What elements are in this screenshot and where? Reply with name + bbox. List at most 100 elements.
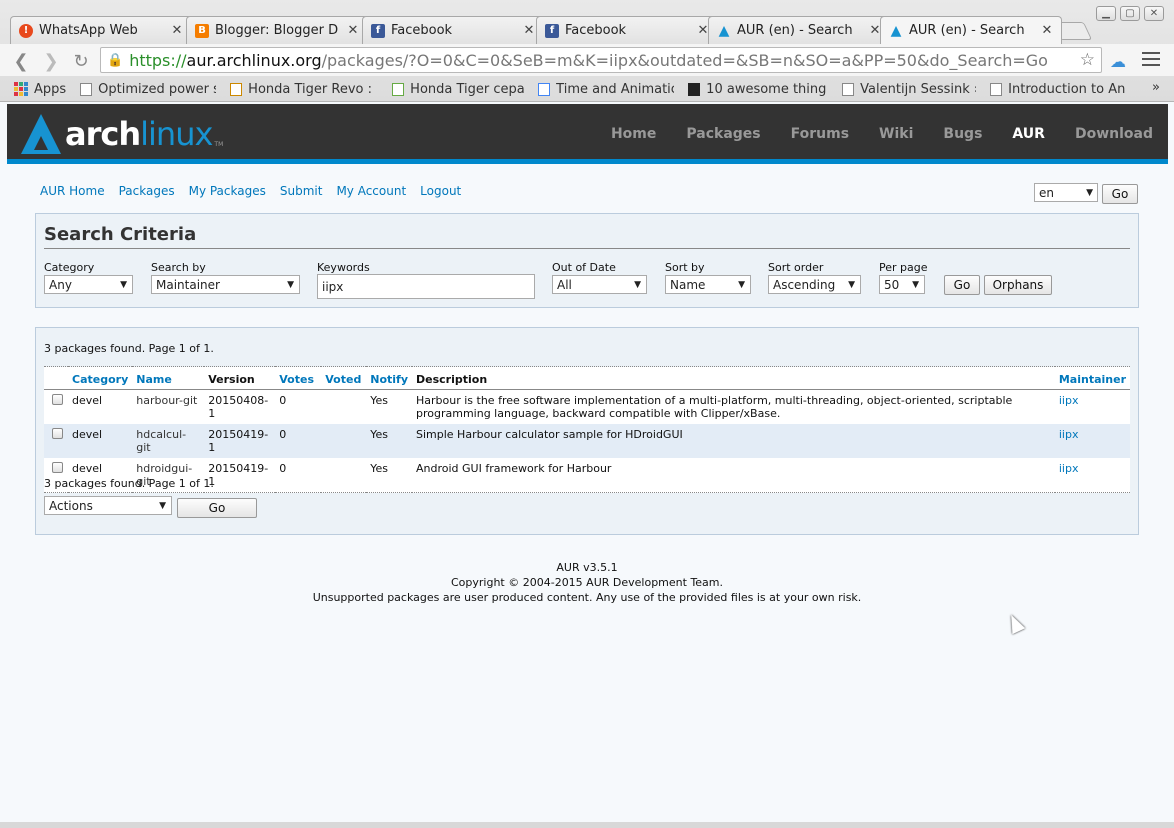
cell-category: devel xyxy=(68,424,133,458)
column-header-category[interactable]: Category xyxy=(68,366,133,390)
address-bar[interactable]: 🔒 https://aur.archlinux.org/packages/?O=… xyxy=(100,47,1102,73)
footer-disclaimer: Unsupported packages are user produced c… xyxy=(312,591,862,604)
dropdown-arrow-icon: ▼ xyxy=(1086,187,1093,198)
page-icon xyxy=(842,82,855,96)
cell-voted xyxy=(321,424,367,458)
close-icon[interactable]: ✕ xyxy=(171,23,183,38)
nav-packages[interactable]: Packages xyxy=(686,126,760,142)
nav-download[interactable]: Download xyxy=(1075,126,1153,142)
aur-nav-home[interactable]: AUR Home xyxy=(40,184,105,198)
column-header-voted[interactable]: Voted xyxy=(321,366,367,390)
cloud-extension-icon[interactable]: ☁ xyxy=(1110,52,1126,71)
actions-go-button[interactable]: Go xyxy=(177,498,257,518)
dropdown-arrow-icon: ▼ xyxy=(159,500,166,511)
aur-nav-packages[interactable]: Packages xyxy=(119,184,175,198)
tab-label: Facebook xyxy=(391,23,453,38)
tab-facebook-1[interactable]: f Facebook ✕ xyxy=(362,16,544,44)
mouse-cursor-icon xyxy=(1004,611,1026,635)
language-go-button[interactable]: Go xyxy=(1102,184,1138,204)
back-icon[interactable]: ❮ xyxy=(10,50,32,72)
maintainer-link[interactable]: iipx xyxy=(1054,424,1130,458)
nav-home[interactable]: Home xyxy=(611,126,656,142)
bookmark-item[interactable]: Honda Tiger cepat xyxy=(392,82,524,97)
tab-whatsapp[interactable]: ! WhatsApp Web ✕ xyxy=(10,16,192,44)
bookmark-item[interactable]: Introduction to An xyxy=(990,82,1140,97)
forward-icon[interactable]: ❯ xyxy=(40,50,62,72)
searchby-select[interactable]: Maintainer ▼ xyxy=(151,275,300,294)
close-icon[interactable]: ✕ xyxy=(347,23,359,38)
sortorder-select[interactable]: Ascending ▼ xyxy=(768,275,861,294)
dropdown-arrow-icon: ▼ xyxy=(912,279,919,290)
category-label: Category xyxy=(44,261,95,274)
arch-icon: ▲ xyxy=(890,22,902,39)
maintainer-link[interactable]: iipx xyxy=(1054,458,1130,493)
cell-notify: Yes xyxy=(366,424,412,458)
close-window-icon[interactable]: ✕ xyxy=(1144,6,1164,21)
url-path: /packages/?O=0&C=0&SeB=m&K=iipx&outdated… xyxy=(321,50,1048,70)
column-header-votes[interactable]: Votes xyxy=(275,366,322,390)
row-checkbox[interactable] xyxy=(52,428,63,439)
row-checkbox[interactable] xyxy=(52,462,63,473)
bookmark-item[interactable]: Honda Tiger Revo : xyxy=(230,82,378,97)
aur-nav-logout[interactable]: Logout xyxy=(420,184,461,198)
tab-blogger[interactable]: B Blogger: Blogger D ✕ xyxy=(186,16,368,44)
maintainer-link[interactable]: iipx xyxy=(1054,389,1130,424)
nav-forums[interactable]: Forums xyxy=(791,126,849,142)
bookmark-apps[interactable]: Apps xyxy=(14,82,66,97)
close-icon[interactable]: ✕ xyxy=(523,23,535,38)
orphans-button[interactable]: Orphans xyxy=(984,275,1052,295)
cell-notify: Yes xyxy=(366,458,412,493)
language-select[interactable]: en ▼ xyxy=(1034,183,1098,202)
bookmark-item[interactable]: Time and Animatic xyxy=(538,82,674,97)
column-header-name[interactable]: Name xyxy=(132,366,205,390)
url-host: aur.archlinux.org xyxy=(186,50,322,70)
results-count-bottom: 3 packages found. Page 1 of 1. xyxy=(44,477,214,490)
column-header-maintainer[interactable]: Maintainer xyxy=(1054,366,1130,390)
maximize-icon[interactable]: ▢ xyxy=(1120,6,1140,21)
tab-aur-2[interactable]: ▲ AUR (en) - Search ✕ xyxy=(880,16,1062,44)
lock-icon: 🔒 xyxy=(107,52,124,68)
bookmark-item[interactable]: Optimized power s xyxy=(80,82,216,97)
page-icon xyxy=(80,82,93,96)
actions-select[interactable]: Actions ▼ xyxy=(44,496,172,515)
nav-wiki[interactable]: Wiki xyxy=(879,126,913,142)
aur-nav-my-account[interactable]: My Account xyxy=(336,184,406,198)
bookmarks-more[interactable]: » xyxy=(1152,80,1160,95)
tab-facebook-2[interactable]: f Facebook ✕ xyxy=(536,16,718,44)
category-select[interactable]: Any ▼ xyxy=(44,275,133,294)
package-name-link[interactable]: hdcalcul-git xyxy=(132,424,205,458)
perpage-label: Per page xyxy=(879,261,928,274)
divider xyxy=(44,248,1130,249)
search-criteria-title: Search Criteria xyxy=(44,224,197,245)
dropdown-arrow-icon: ▼ xyxy=(634,279,641,290)
cell-voted xyxy=(321,458,367,493)
perpage-select[interactable]: 50 ▼ xyxy=(879,275,925,294)
cell-version: 20150419-1 xyxy=(204,458,276,493)
keywords-input[interactable]: iipx xyxy=(317,274,535,299)
outofdate-select[interactable]: All ▼ xyxy=(552,275,647,294)
nav-aur[interactable]: AUR xyxy=(1012,126,1045,142)
tab-aur-1[interactable]: ▲ AUR (en) - Search ✕ xyxy=(708,16,890,44)
google-icon xyxy=(538,82,551,96)
minimize-icon[interactable]: ▁ xyxy=(1096,6,1116,21)
package-name-link[interactable]: harbour-git xyxy=(132,389,205,424)
alert-icon: ! xyxy=(19,23,33,38)
reload-icon[interactable]: ↻ xyxy=(70,50,92,72)
cell-description: Harbour is the free software implementat… xyxy=(412,389,1055,424)
aur-nav-my-packages[interactable]: My Packages xyxy=(189,184,266,198)
close-icon[interactable]: ✕ xyxy=(1041,23,1053,38)
menu-icon[interactable] xyxy=(1142,50,1160,68)
search-go-button[interactable]: Go xyxy=(944,275,980,295)
bookmark-item[interactable]: 10 awesome thing xyxy=(688,82,828,97)
arch-main-nav: Home Packages Forums Wiki Bugs AUR Downl… xyxy=(596,104,1168,164)
results-box: 3 packages found. Page 1 of 1. Category … xyxy=(35,327,1139,535)
star-icon[interactable]: ☆ xyxy=(1080,50,1095,70)
row-checkbox[interactable] xyxy=(52,394,63,405)
bookmark-item[interactable]: Valentijn Sessink » xyxy=(842,82,976,97)
sortby-select[interactable]: Name ▼ xyxy=(665,275,751,294)
nav-bugs[interactable]: Bugs xyxy=(943,126,982,142)
column-header-notify[interactable]: Notify xyxy=(366,366,412,390)
aur-nav-submit[interactable]: Submit xyxy=(280,184,323,198)
archlinux-logo[interactable]: arch linux TM xyxy=(21,112,223,156)
arch-logo-icon xyxy=(21,114,61,154)
